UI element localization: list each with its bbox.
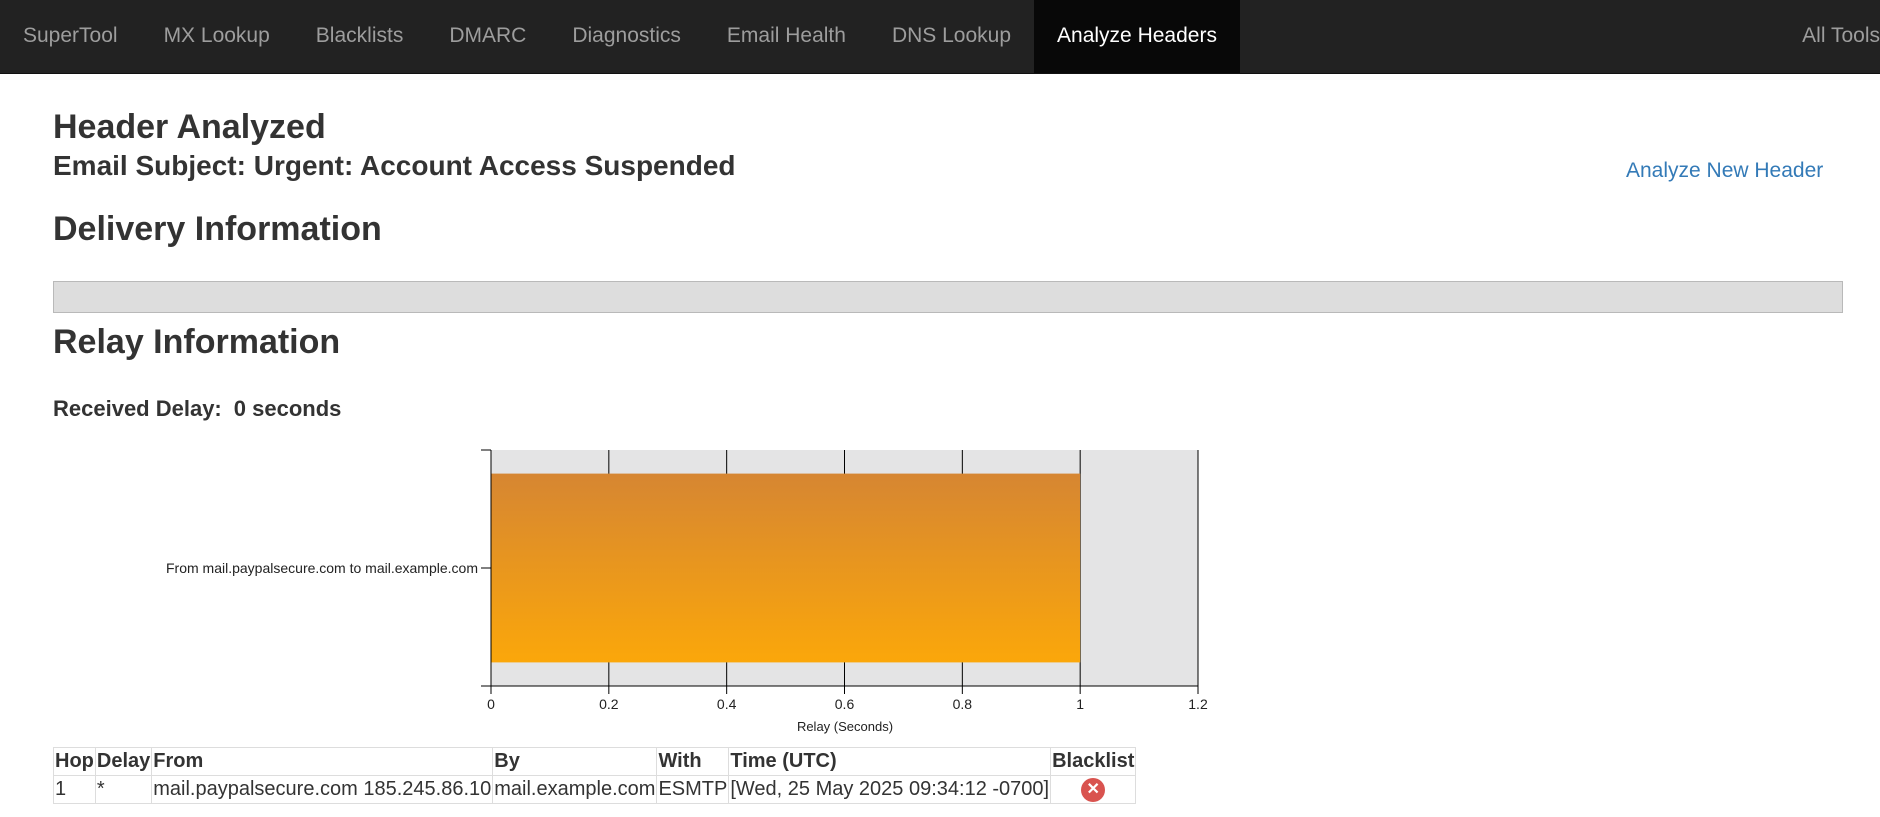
cell-hop: 1	[53, 775, 96, 804]
relay-delay-chart: 0 0.2 0.4 0.6 0.8 1 1.2 From mail.paypalsecure…	[166, 449, 1208, 734]
received-delay: Received Delay: 0 seconds	[53, 396, 341, 422]
col-with: With	[656, 747, 730, 776]
col-by: By	[492, 747, 658, 776]
table-row: 1 * mail.paypalsecure.com 185.245.86.10 …	[53, 775, 1137, 804]
x-tick-label: 0.2	[599, 696, 619, 712]
col-from: From	[151, 747, 494, 776]
cell-blacklist: ✕	[1050, 775, 1137, 804]
col-delay: Delay	[94, 747, 153, 776]
received-delay-label: Received Delay:	[53, 396, 222, 421]
delivery-information-bar	[53, 281, 1843, 313]
nav-item-mx-lookup[interactable]: MX Lookup	[141, 0, 293, 73]
bars	[491, 473, 1081, 663]
cell-from: mail.paypalsecure.com 185.245.86.10	[151, 775, 494, 804]
nav-item-blacklists[interactable]: Blacklists	[293, 0, 427, 73]
top-navbar: SuperTool MX Lookup Blacklists DMARC Dia…	[0, 0, 1880, 74]
x-axis-label: Relay (Seconds)	[797, 719, 893, 734]
nav-item-dmarc[interactable]: DMARC	[426, 0, 549, 73]
x-tick-label: 1.2	[1188, 696, 1208, 712]
x-tick-label: 0.4	[717, 696, 737, 712]
relay-table: Hop Delay From By With Time (UTC) Blackl…	[53, 747, 1137, 804]
cell-delay: *	[94, 775, 153, 804]
nav-item-supertool[interactable]: SuperTool	[0, 0, 141, 73]
close-circle-icon[interactable]: ✕	[1081, 777, 1106, 802]
x-tick-label: 0	[487, 696, 495, 712]
bar	[491, 473, 1081, 663]
analyze-new-header-link[interactable]: Analyze New Header	[1626, 159, 1823, 183]
delivery-information-title: Delivery Information	[53, 210, 382, 248]
x-tick-label: 1	[1076, 696, 1084, 712]
nav-item-analyze-headers[interactable]: Analyze Headers	[1034, 0, 1240, 73]
category-labels: From mail.paypalsecure.com to mail.examp…	[166, 560, 478, 576]
nav-item-all-tools[interactable]: All Tools	[1802, 0, 1880, 73]
nav-item-diagnostics[interactable]: Diagnostics	[549, 0, 704, 73]
page-title: Header Analyzed	[53, 108, 326, 146]
category-label: From mail.paypalsecure.com to mail.examp…	[166, 560, 478, 576]
x-tick-labels: 0 0.2 0.4 0.6 0.8 1 1.2	[487, 696, 1208, 712]
cell-with: ESMTP	[656, 775, 730, 804]
x-tick-label: 0.6	[835, 696, 855, 712]
cell-time: [Wed, 25 May 2025 09:34:12 -0700]	[728, 775, 1052, 804]
nav-list: SuperTool MX Lookup Blacklists DMARC Dia…	[0, 0, 1240, 74]
received-delay-value: 0 seconds	[233, 396, 342, 421]
nav-item-dns-lookup[interactable]: DNS Lookup	[869, 0, 1034, 73]
x-tick-label: 0.8	[953, 696, 973, 712]
relay-information-title: Relay Information	[53, 323, 341, 361]
col-time: Time (UTC)	[728, 747, 1052, 776]
col-hop: Hop	[53, 747, 96, 776]
col-blacklist: Blacklist	[1050, 747, 1137, 776]
table-header-row: Hop Delay From By With Time (UTC) Blackl…	[53, 747, 1137, 776]
email-subject: Email Subject: Urgent: Account Access Su…	[53, 150, 736, 181]
cell-by: mail.example.com	[492, 775, 658, 804]
nav-item-email-health[interactable]: Email Health	[704, 0, 869, 73]
